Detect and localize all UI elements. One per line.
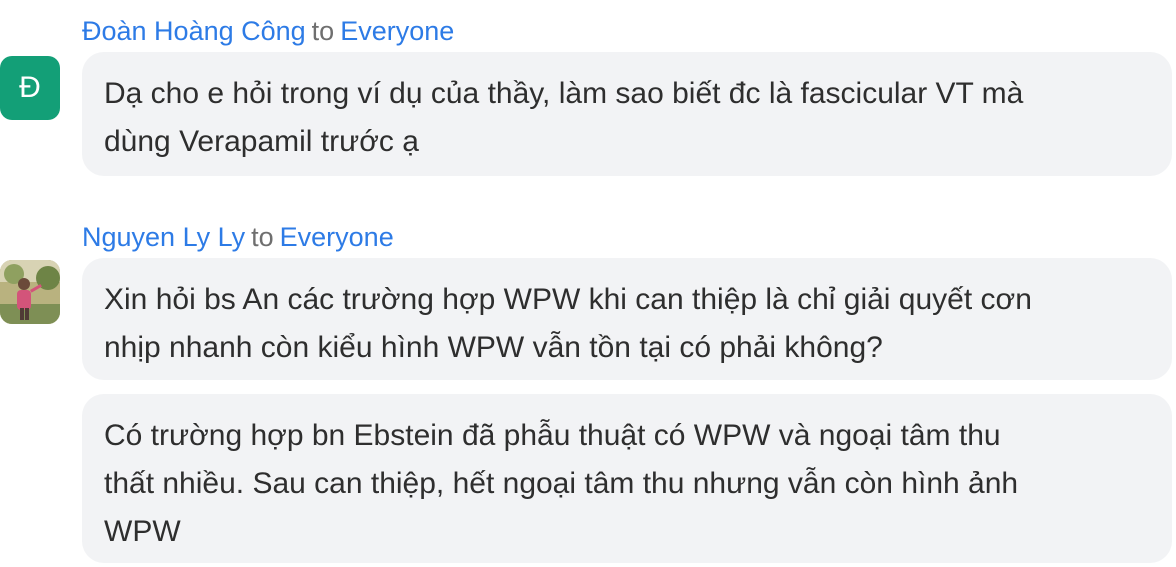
avatar[interactable]: Đ xyxy=(0,56,60,120)
user-photo-icon xyxy=(0,260,60,324)
message-bubble[interactable]: Xin hỏi bs An các trường hợp WPW khi can… xyxy=(82,258,1172,380)
message-line: nhịp nhanh còn kiểu hình WPW vẫn tồn tại… xyxy=(104,331,883,364)
sender-name[interactable]: Đoàn Hoàng Công xyxy=(82,16,306,46)
message-line: Dạ cho e hỏi trong ví dụ của thầy, làm s… xyxy=(104,77,1024,110)
message-line: WPW xyxy=(104,515,181,548)
message-bubble[interactable]: Dạ cho e hỏi trong ví dụ của thầy, làm s… xyxy=(82,52,1172,176)
message-bubble[interactable]: Có trường hợp bn Ebstein đã phẫu thuật c… xyxy=(82,394,1172,563)
avatar-letter: Đ xyxy=(19,71,41,104)
recipient-name[interactable]: Everyone xyxy=(340,16,454,46)
to-label: to xyxy=(311,16,335,46)
chat-messages: Đoàn Hoàng Công to Everyone Đ Dạ cho e hỏi… xyxy=(0,0,1176,567)
message-line: Có trường hợp bn Ebstein đã phẫu thuật c… xyxy=(104,419,1001,452)
sender-name[interactable]: Nguyen Ly Ly xyxy=(82,222,245,252)
message-line: Xin hỏi bs An các trường hợp WPW khi can… xyxy=(104,283,1032,316)
message-header: Nguyen Ly Ly to Everyone xyxy=(82,220,394,254)
to-label: to xyxy=(251,222,274,252)
recipient-name[interactable]: Everyone xyxy=(280,222,394,252)
message-line: dùng Verapamil trước ạ xyxy=(104,125,419,158)
message-line: thất nhiều. Sau can thiệp, hết ngoại tâm… xyxy=(104,467,1019,500)
user-photo-avatar[interactable] xyxy=(0,260,60,324)
message-header: Đoàn Hoàng Công to Everyone xyxy=(82,14,454,48)
